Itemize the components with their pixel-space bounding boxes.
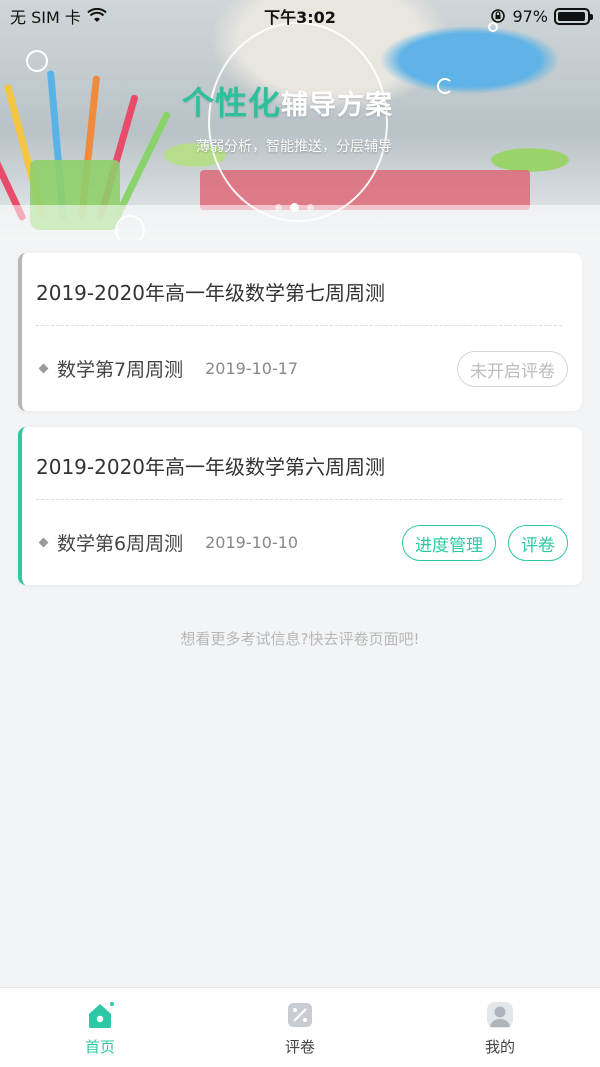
status-bar: 无 SIM 卡 下午3:02 97% xyxy=(0,0,600,32)
banner-title-secondary: 辅导方案 xyxy=(281,90,394,121)
banner-title-primary: 个性化 xyxy=(182,84,282,122)
wifi-icon xyxy=(87,8,107,22)
exam-card[interactable]: 2019-2020年高一年级数学第六周周测 数学第6周周测 2019-10-10… xyxy=(18,427,582,585)
status-left: 无 SIM 卡 xyxy=(10,4,107,28)
battery-level-fill xyxy=(558,11,586,21)
diamond-bullet-icon xyxy=(38,363,49,373)
grading-not-started-button[interactable]: 未开启评卷 xyxy=(457,351,568,387)
orientation-lock-icon xyxy=(491,9,506,23)
exam-date: 2019-10-17 xyxy=(205,358,299,378)
grade-icon xyxy=(285,1000,315,1030)
carousel-dots[interactable] xyxy=(275,203,314,212)
exam-card-actions: 进度管理 评卷 xyxy=(402,525,568,561)
bottom-tab-bar: 首页 评卷 我的 xyxy=(0,987,600,1067)
battery-icon xyxy=(554,7,593,25)
promo-banner[interactable]: 个性化辅导方案 薄弱分析，智能推送，分层辅导 xyxy=(0,0,600,240)
tab-home-label: 首页 xyxy=(84,1038,115,1056)
tab-home[interactable]: 首页 xyxy=(0,988,200,1067)
exam-subject: 数学第6周周测 xyxy=(57,532,184,555)
exam-card-title: 2019-2020年高一年级数学第七周周测 xyxy=(36,281,386,305)
exam-subject: 数学第7周周测 xyxy=(57,358,184,381)
tab-profile-label: 我的 xyxy=(484,1038,515,1056)
profile-icon xyxy=(485,1000,515,1030)
card-divider xyxy=(36,499,562,500)
carousel-dot[interactable] xyxy=(307,204,314,211)
diamond-bullet-icon xyxy=(38,537,49,547)
banner-title: 个性化辅导方案 xyxy=(182,78,393,124)
progress-management-button[interactable]: 进度管理 xyxy=(402,525,496,561)
exam-date: 2019-10-10 xyxy=(205,532,299,552)
tab-profile[interactable]: 我的 xyxy=(400,988,600,1067)
carousel-dot[interactable] xyxy=(275,204,282,211)
status-right: 97% xyxy=(490,6,593,26)
exam-card-meta: 数学第6周周测 2019-10-10 xyxy=(36,525,298,559)
battery-percent: 97% xyxy=(512,6,548,26)
more-exams-hint: 想看更多考试信息?快去评卷页面吧! xyxy=(180,630,420,648)
grade-button[interactable]: 评卷 xyxy=(508,525,568,561)
exam-card[interactable]: 2019-2020年高一年级数学第七周周测 数学第7周周测 2019-10-17… xyxy=(18,253,582,411)
banner-subtitle: 薄弱分析，智能推送，分层辅导 xyxy=(196,139,392,155)
tab-grading[interactable]: 评卷 xyxy=(200,988,400,1067)
carrier-label: 无 SIM 卡 xyxy=(10,8,81,27)
card-divider xyxy=(36,325,562,326)
exam-card-meta: 数学第7周周测 2019-10-17 xyxy=(36,351,298,385)
home-icon xyxy=(85,1000,115,1030)
tab-grading-label: 评卷 xyxy=(284,1038,315,1056)
exam-card-title: 2019-2020年高一年级数学第六周周测 xyxy=(36,455,386,479)
carousel-dot[interactable] xyxy=(290,203,299,212)
exam-card-actions: 未开启评卷 xyxy=(457,351,568,387)
